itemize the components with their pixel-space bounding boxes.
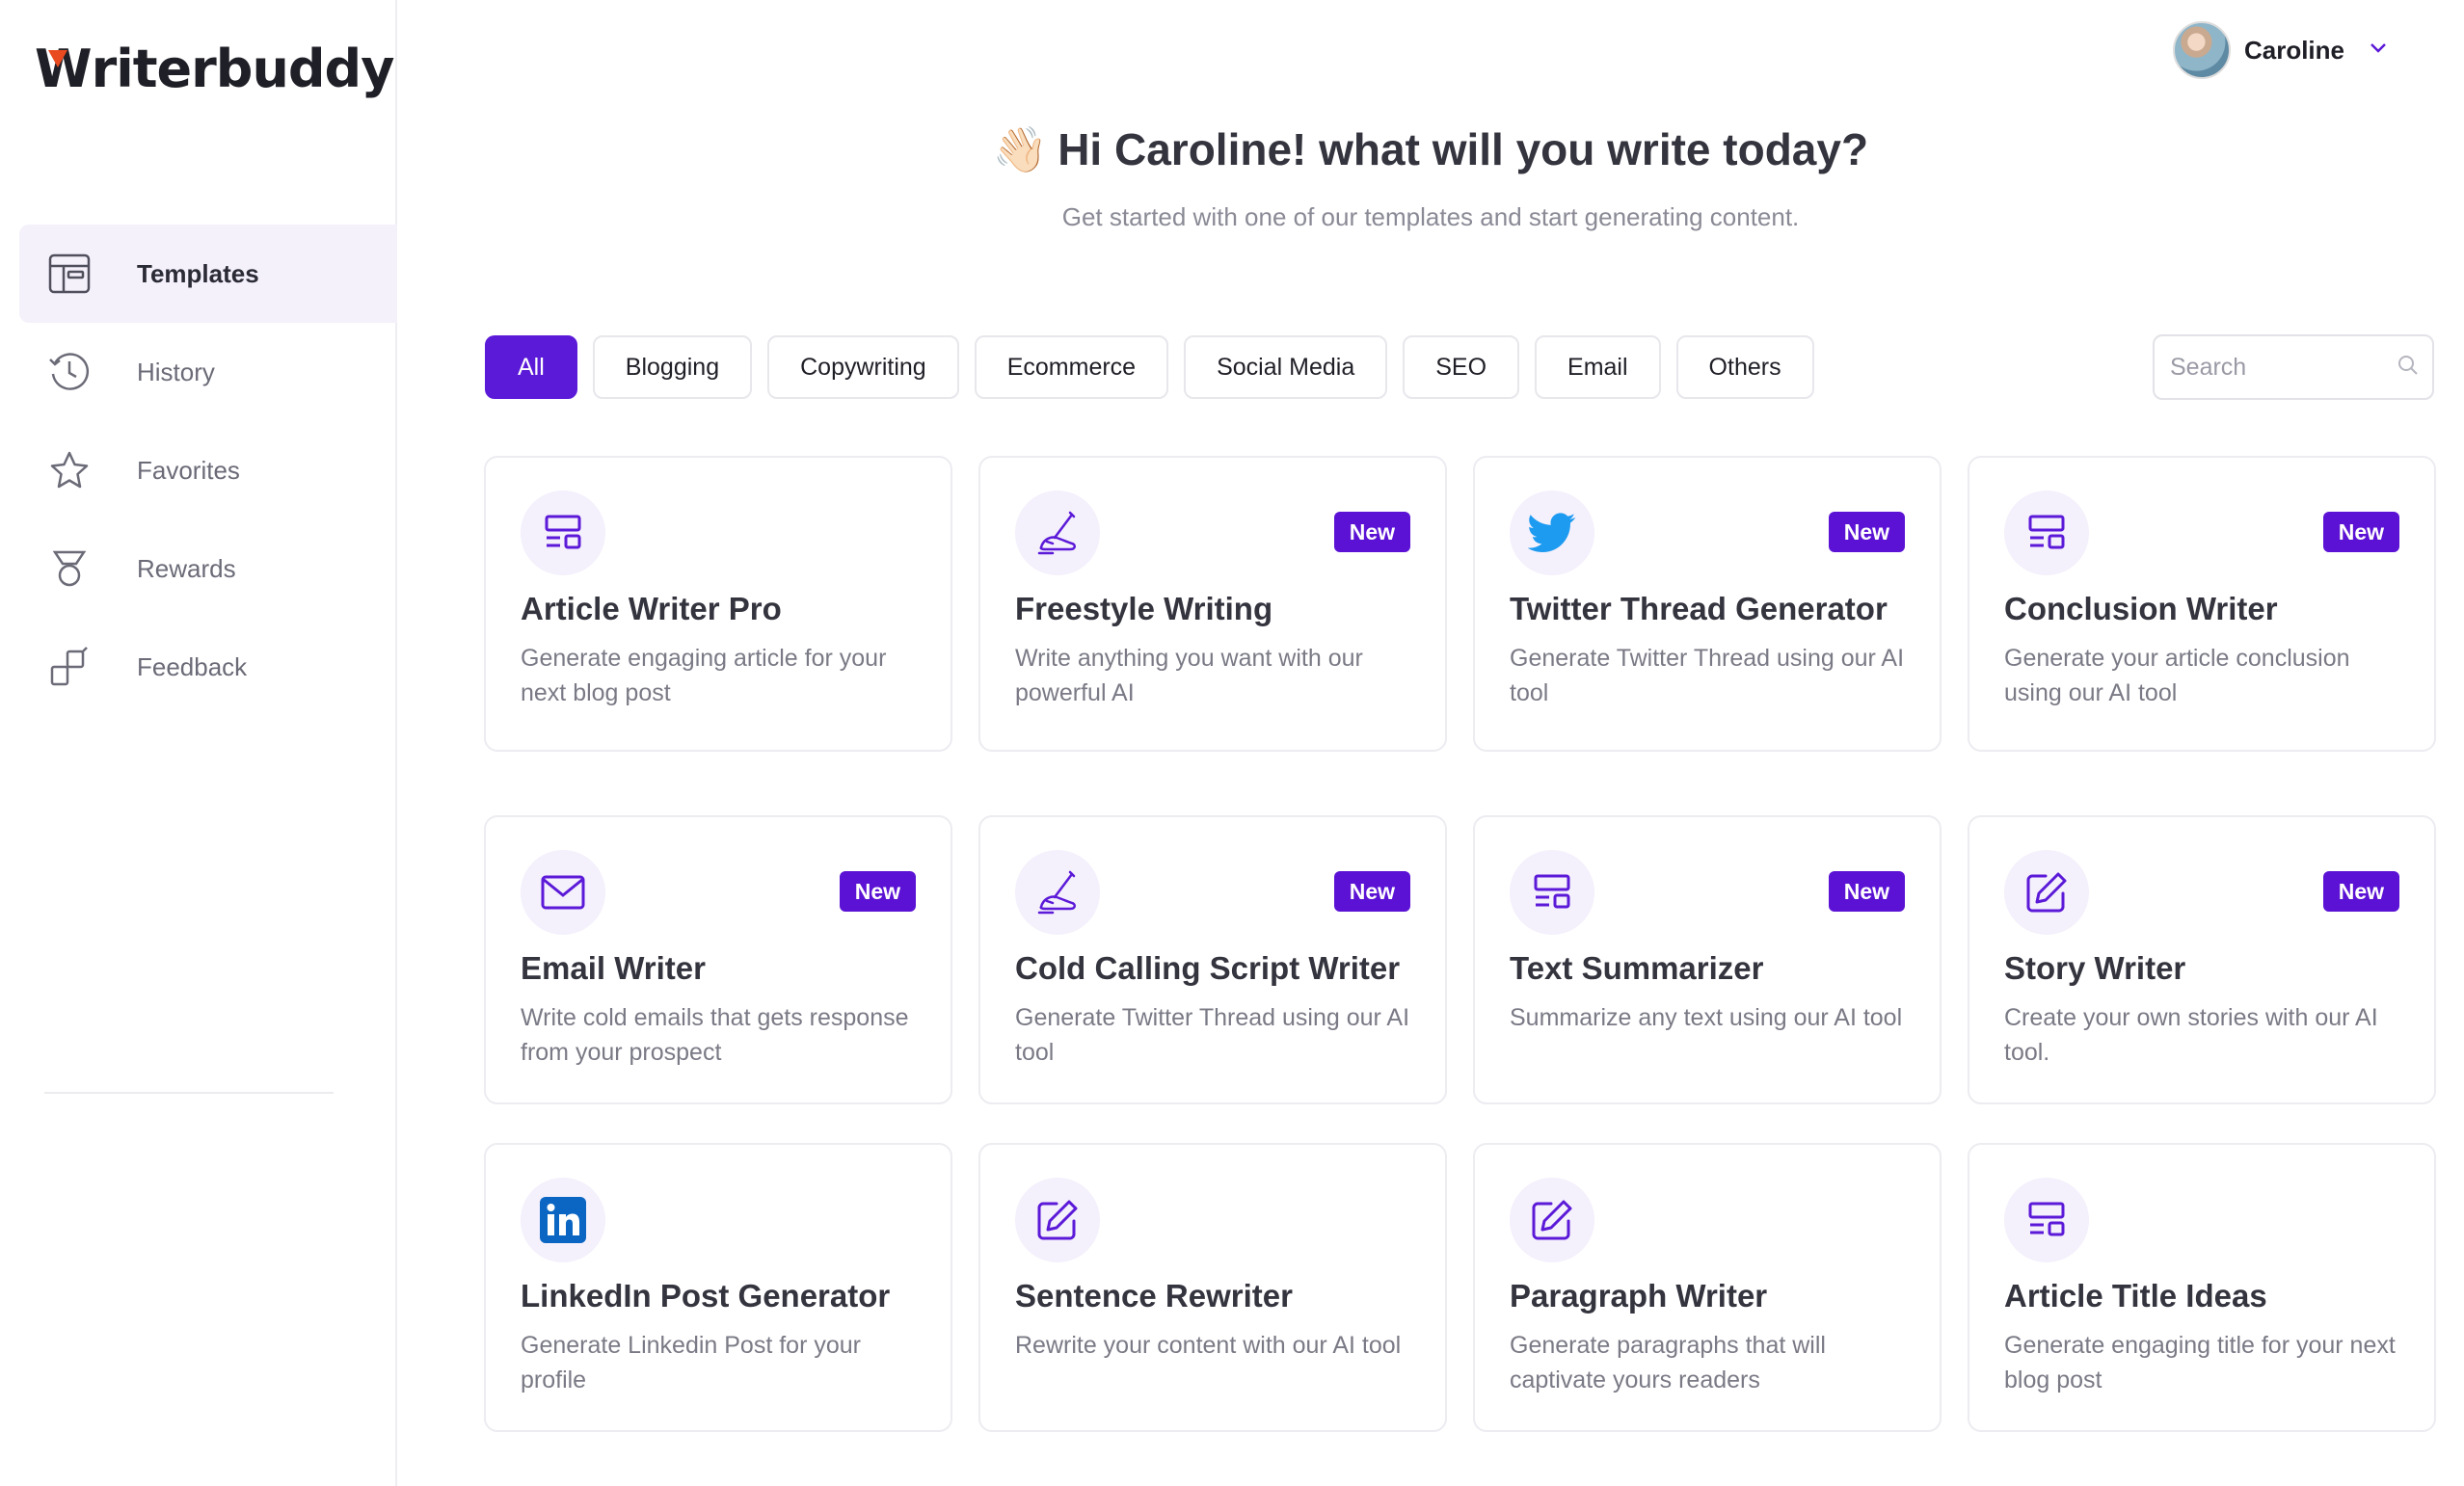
- sidebar-item-label: History: [137, 357, 215, 386]
- filter-chip-others[interactable]: Others: [1675, 335, 1814, 399]
- new-badge: New: [839, 871, 916, 912]
- new-badge: New: [1828, 871, 1905, 912]
- writerbuddy-logo[interactable]: Writerbuddy: [35, 39, 395, 99]
- new-badge: New: [2322, 512, 2399, 552]
- new-badge: New: [1828, 512, 1905, 552]
- template-card-text-summarizer[interactable]: New Text Summarizer Summarize any text u…: [1473, 815, 1942, 1104]
- template-card-description: Write cold emails that gets response fro…: [521, 1004, 909, 1066]
- template-card-email-writer[interactable]: New Email Writer Write cold emails that …: [484, 815, 952, 1104]
- template-card-title: Sentence Rewriter: [1015, 1278, 1293, 1314]
- template-icon: [521, 491, 605, 575]
- template-card-article-title-ideas[interactable]: Article Title Ideas Generate engaging ti…: [1968, 1143, 2436, 1432]
- filter-chip-all[interactable]: All: [485, 335, 577, 399]
- search-icon[interactable]: [2397, 355, 2419, 381]
- template-card-freestyle-writing[interactable]: New Freestyle Writing Write anything you…: [978, 456, 1447, 752]
- sidebar-item-favorites[interactable]: Favorites: [19, 421, 397, 519]
- template-card-description: Rewrite your content with our AI tool: [1015, 1332, 1402, 1359]
- greeting-text: Hi Caroline! what will you write today?: [1058, 124, 1869, 174]
- sidebar-item-rewards[interactable]: Rewards: [19, 519, 397, 618]
- edit-icon: [1510, 1178, 1594, 1262]
- filter-chip-copywriting[interactable]: Copywriting: [767, 335, 959, 399]
- template-card-sentence-rewriter[interactable]: Sentence Rewriter Rewrite your content w…: [978, 1143, 1447, 1432]
- template-card-description: Summarize any text using our AI tool: [1510, 1004, 1903, 1031]
- filter-chip-social-media[interactable]: Social Media: [1184, 335, 1388, 399]
- template-card-description: Generate Linkedin Post for your profile: [521, 1332, 861, 1393]
- template-card-title: Cold Calling Script Writer: [1015, 950, 1401, 986]
- linkedin-icon: [521, 1178, 605, 1262]
- edit-icon: [2004, 850, 2089, 935]
- template-card-description: Generate engaging article for your next …: [521, 645, 887, 706]
- sidebar-item-label: Feedback: [137, 651, 248, 681]
- template-card-title: Text Summarizer: [1510, 950, 1764, 986]
- filter-chip-seo[interactable]: SEO: [1403, 335, 1520, 399]
- sidebar-item-history[interactable]: History: [19, 323, 397, 421]
- template-card-conclusion-writer[interactable]: New Conclusion Writer Generate your arti…: [1968, 456, 2436, 752]
- filter-chip-ecommerce[interactable]: Ecommerce: [974, 335, 1169, 399]
- filter-chip-email[interactable]: Email: [1535, 335, 1661, 399]
- user-menu[interactable]: Caroline: [2172, 21, 2387, 79]
- sidebar: Writerbuddy Templates History Favorites …: [0, 0, 397, 1486]
- filter-chip-blogging[interactable]: Blogging: [592, 335, 753, 399]
- template-card-title: Story Writer: [2004, 950, 2186, 986]
- star-icon: [46, 447, 93, 493]
- template-card-title: LinkedIn Post Generator: [521, 1278, 891, 1314]
- search-box: [2153, 334, 2434, 400]
- history-icon: [46, 349, 93, 395]
- hand-pen-icon: [1015, 850, 1100, 935]
- template-card-title: Conclusion Writer: [2004, 591, 2278, 626]
- template-icon: [2004, 491, 2089, 575]
- chevron-down-icon: [2370, 41, 2387, 59]
- layout-icon: [46, 251, 93, 297]
- template-card-description: Generate Twitter Thread using our AI too…: [1510, 645, 1905, 706]
- avatar: [2172, 21, 2231, 79]
- template-card-title: Freestyle Writing: [1015, 591, 1273, 626]
- sidebar-item-label: Favorites: [137, 455, 240, 485]
- template-card-cold-calling-script-writer[interactable]: New Cold Calling Script Writer Generate …: [978, 815, 1447, 1104]
- twitter-icon: [1510, 491, 1594, 575]
- user-name: Caroline: [2243, 35, 2344, 65]
- template-card-paragraph-writer[interactable]: Paragraph Writer Generate paragraphs tha…: [1473, 1143, 1942, 1432]
- new-badge: New: [1333, 871, 1410, 912]
- logo-initial: W: [35, 39, 93, 99]
- sidebar-nav: Templates History Favorites Rewards Feed…: [19, 225, 397, 716]
- template-card-article-writer-pro[interactable]: Article Writer Pro Generate engaging art…: [484, 456, 952, 752]
- template-icon: [1510, 850, 1594, 935]
- template-icon: [2004, 1178, 2089, 1262]
- sidebar-item-templates[interactable]: Templates: [19, 225, 397, 323]
- template-card-title: Article Writer Pro: [521, 591, 782, 626]
- template-card-description: Generate Twitter Thread using our AI too…: [1015, 1004, 1410, 1066]
- waving-hand-emoji: 👋🏻: [992, 124, 1049, 174]
- envelope-icon: [521, 850, 605, 935]
- template-card-description: Generate paragraphs that will captivate …: [1510, 1332, 1826, 1393]
- category-filters: All Blogging Copywriting Ecommerce Socia…: [485, 335, 1814, 399]
- sidebar-divider: [44, 1092, 334, 1094]
- new-badge: New: [2322, 871, 2399, 912]
- template-card-story-writer[interactable]: New Story Writer Create your own stories…: [1968, 815, 2436, 1104]
- template-card-title: Email Writer: [521, 950, 706, 986]
- sidebar-item-label: Templates: [137, 258, 259, 288]
- feedback-icon: [46, 644, 93, 690]
- template-card-description: Write anything you want with our powerfu…: [1015, 645, 1363, 706]
- template-card-linkedin-post-generator[interactable]: LinkedIn Post Generator Generate Linkedi…: [484, 1143, 952, 1432]
- sidebar-item-label: Rewards: [137, 553, 236, 583]
- hand-pen-icon: [1015, 491, 1100, 575]
- logo-mark: [48, 50, 67, 67]
- template-card-title: Article Title Ideas: [2004, 1278, 2267, 1314]
- template-grid: Article Writer Pro Generate engaging art…: [484, 456, 2436, 1432]
- page-subtitle: Get started with one of our templates an…: [1061, 202, 1800, 231]
- template-card-description: Create your own stories with our AI tool…: [2004, 1004, 2378, 1066]
- page-title: 👋🏻 Hi Caroline! what will you write today…: [397, 123, 2464, 176]
- template-card-title: Twitter Thread Generator: [1510, 591, 1888, 626]
- template-card-twitter-thread-generator[interactable]: New Twitter Thread Generator Generate Tw…: [1473, 456, 1942, 752]
- edit-icon: [1015, 1178, 1100, 1262]
- logo-text: riterbuddy: [91, 39, 395, 99]
- template-card-description: Generate your article conclusion using o…: [2004, 645, 2350, 706]
- template-card-description: Generate engaging title for your next bl…: [2004, 1332, 2396, 1393]
- new-badge: New: [1333, 512, 1410, 552]
- search-input[interactable]: [2170, 353, 2397, 382]
- template-card-title: Paragraph Writer: [1510, 1278, 1768, 1314]
- sidebar-item-feedback[interactable]: Feedback: [19, 618, 397, 716]
- medal-icon: [46, 545, 93, 592]
